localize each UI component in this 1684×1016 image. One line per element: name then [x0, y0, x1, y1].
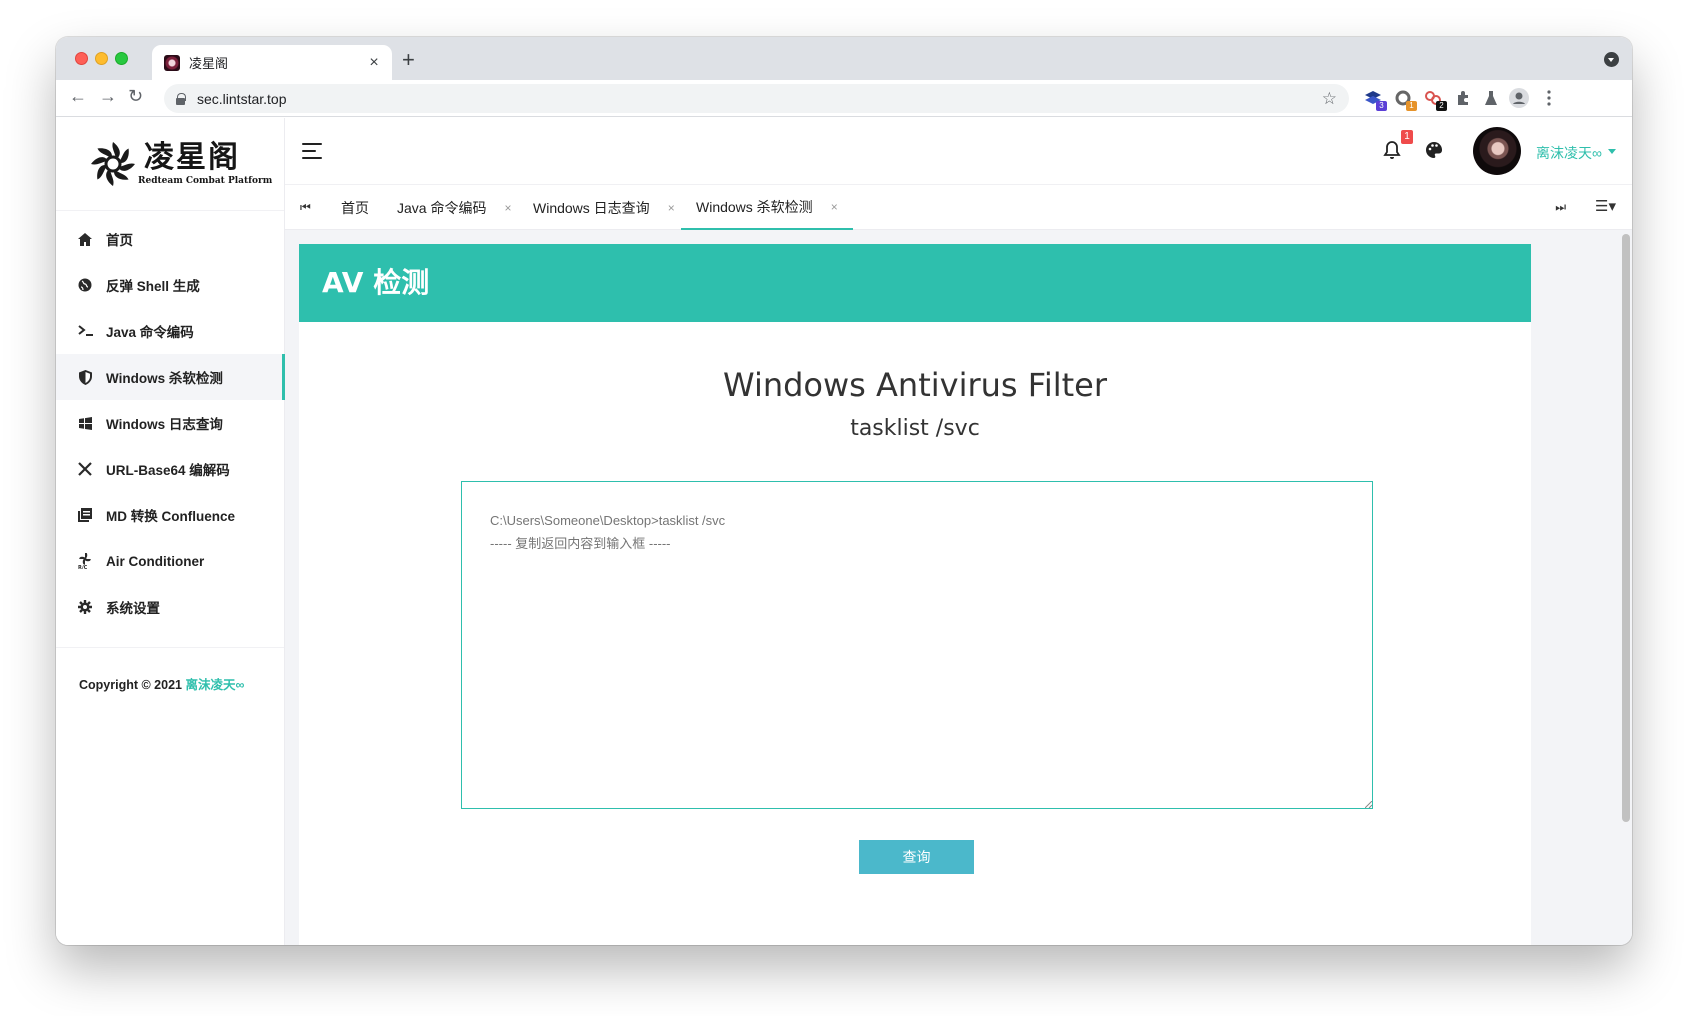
svg-text:R/C: R/C	[78, 565, 88, 569]
query-button[interactable]: 查询	[859, 840, 974, 874]
username[interactable]: 离沫凌天∞	[1536, 143, 1602, 163]
extension-ring-icon[interactable]: 1	[1392, 87, 1417, 111]
page-title: Windows Antivirus Filter	[723, 366, 1107, 404]
main-area: 1 离沫凌天∞ ⏮ 首页 Java 命令编码 × Windows 日志查询 × …	[285, 118, 1632, 945]
sidebar-item-label: 反弹 Shell 生成	[106, 279, 200, 294]
tab-label: 首页	[341, 199, 369, 216]
logo[interactable]: 凌星阁 Redteam Combat Platform	[56, 118, 284, 211]
sidebar-item-label: MD 转换 Confluence	[106, 509, 236, 524]
browser-tab[interactable]: 凌星阁 ×	[152, 45, 392, 80]
scroll-last-tab-icon[interactable]: ⏭	[1555, 200, 1566, 215]
address-bar[interactable]: sec.lintstar.top ☆	[164, 84, 1349, 113]
sidebar-nav: 首页 反弹 Shell 生成 Java 命令编码 Windows 杀软检测 Wi…	[56, 211, 285, 630]
tab-close-icon[interactable]: ×	[668, 201, 675, 215]
resize-grip-icon[interactable]	[1365, 801, 1372, 808]
sidebar-item-label: 首页	[106, 233, 133, 248]
extension-badge: 3	[1376, 101, 1387, 111]
browser-tabstrip: 凌星阁 × +	[56, 37, 1632, 80]
minimize-window-button[interactable]	[95, 52, 108, 65]
logo-subtitle: Redteam Combat Platform	[138, 176, 273, 186]
book-icon	[76, 506, 94, 524]
sidebar-item-label: Windows 杀软检测	[106, 371, 223, 386]
extension-badge: 2	[1436, 101, 1447, 111]
home-icon	[76, 230, 94, 248]
reload-icon[interactable]: ↻	[128, 86, 143, 107]
sidebar-item-settings[interactable]: 系统设置	[56, 584, 284, 630]
sidebar-item-air-conditioner[interactable]: R/C Air Conditioner	[56, 538, 284, 584]
user-avatar[interactable]	[1473, 127, 1521, 175]
scroll-first-tab-icon[interactable]: ⏮	[300, 200, 311, 215]
copyright-author-link[interactable]: 离沫凌天∞	[185, 678, 244, 692]
copyright: Copyright © 2021 离沫凌天∞	[56, 648, 284, 693]
extension-chain-icon[interactable]: 2	[1422, 87, 1447, 111]
tab-search-icon[interactable]	[1604, 52, 1619, 67]
tab-close-icon[interactable]: ×	[504, 201, 511, 215]
sidebar-item-label: Java 命令编码	[106, 325, 194, 340]
tab-label: Windows 日志查询	[533, 199, 650, 216]
browser-tab-title: 凌星阁	[189, 56, 229, 71]
sidebar-item-label: 系统设置	[106, 601, 160, 616]
sidebar-item-label: Air Conditioner	[106, 553, 205, 569]
tab-home[interactable]: 首页	[341, 185, 369, 230]
lock-icon[interactable]	[176, 93, 186, 105]
logo-emblem-icon	[88, 139, 138, 189]
menu-toggle-icon[interactable]	[302, 143, 322, 159]
shield-icon	[76, 368, 94, 386]
extensions-puzzle-icon[interactable]	[1452, 87, 1474, 109]
notification-bell-icon[interactable]	[1383, 141, 1401, 161]
sidebar-item-java-encode[interactable]: Java 命令编码	[56, 308, 284, 354]
sidebar-item-av-detect[interactable]: Windows 杀软检测	[56, 354, 285, 400]
av-detect-card: AV 检测 Windows Antivirus Filter tasklist …	[299, 244, 1531, 945]
page-tabs-bar: ⏮ 首页 Java 命令编码 × Windows 日志查询 × Windows …	[285, 185, 1632, 230]
tab-windows-log[interactable]: Windows 日志查询 ×	[533, 185, 675, 230]
tab-av-detect[interactable]: Windows 杀软检测 ×	[681, 185, 853, 230]
tab-close-icon[interactable]: ×	[831, 200, 838, 214]
theme-palette-icon[interactable]	[1425, 141, 1445, 161]
extension-badge: 1	[1406, 101, 1417, 111]
notification-badge: 1	[1401, 130, 1413, 144]
profile-icon[interactable]	[1508, 87, 1530, 109]
globe-icon	[76, 276, 94, 294]
tab-java-encode[interactable]: Java 命令编码 ×	[397, 185, 511, 230]
chevron-down-icon[interactable]	[1608, 149, 1616, 154]
browser-tab-close-icon[interactable]: ×	[366, 54, 382, 72]
tab-label: Windows 杀软检测	[696, 198, 813, 215]
fan-icon: R/C	[76, 552, 94, 570]
sidebar-item-url-base64[interactable]: URL-Base64 编解码	[56, 446, 284, 492]
sidebar-item-reverse-shell[interactable]: 反弹 Shell 生成	[56, 262, 284, 308]
copyright-text: Copyright © 2021	[79, 678, 182, 692]
close-window-button[interactable]	[75, 52, 88, 65]
extension-stack-icon[interactable]: 3	[1362, 87, 1387, 111]
card-header: AV 检测	[299, 244, 1531, 322]
gear-icon	[76, 598, 94, 616]
maximize-window-button[interactable]	[115, 52, 128, 65]
sidebar-item-md-confluence[interactable]: MD 转换 Confluence	[56, 492, 284, 538]
sidebar-item-label: Windows 日志查询	[106, 417, 223, 432]
tabs-menu-icon[interactable]: ☰▾	[1595, 197, 1616, 215]
browser-toolbar: ← → ↻ sec.lintstar.top ☆ 3 1 2	[56, 80, 1632, 117]
tab-label: Java 命令编码	[397, 199, 487, 216]
sidebar: 凌星阁 Redteam Combat Platform 首页 反弹 Shell …	[56, 118, 285, 945]
logo-title: 凌星阁	[144, 140, 240, 175]
windows-icon	[76, 414, 94, 432]
terminal-icon	[76, 322, 94, 340]
url-text[interactable]: sec.lintstar.top	[197, 91, 1322, 107]
sidebar-item-windows-log[interactable]: Windows 日志查询	[56, 400, 284, 446]
favicon-icon	[164, 54, 180, 71]
flask-icon[interactable]	[1480, 87, 1502, 109]
app-container: 凌星阁 Redteam Combat Platform 首页 反弹 Shell …	[56, 118, 1632, 945]
scrollbar[interactable]	[1622, 234, 1630, 822]
forward-icon[interactable]: →	[99, 86, 117, 107]
browser-menu-icon[interactable]	[1538, 87, 1560, 109]
browser-window: 凌星阁 × + ← → ↻ sec.lintstar.top ☆ 3 1 2 凌…	[56, 37, 1632, 945]
new-tab-button[interactable]: +	[402, 47, 415, 73]
sidebar-item-label: URL-Base64 编解码	[106, 463, 230, 478]
top-header: 1 离沫凌天∞	[285, 118, 1632, 185]
sidebar-item-home[interactable]: 首页	[56, 216, 284, 262]
tasklist-input[interactable]	[461, 481, 1373, 809]
tools-icon	[76, 460, 94, 478]
back-icon[interactable]: ←	[69, 86, 87, 107]
bookmark-star-icon[interactable]: ☆	[1322, 89, 1337, 109]
page-subtitle: tasklist /svc	[850, 416, 980, 441]
